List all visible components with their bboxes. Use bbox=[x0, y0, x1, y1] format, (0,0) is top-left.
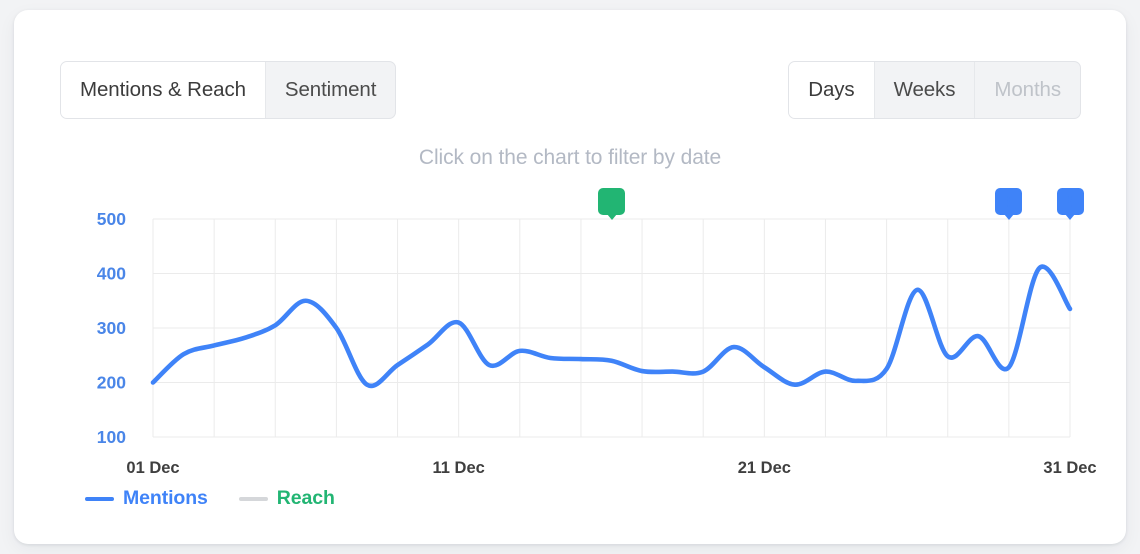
range-weeks-button[interactable]: Weeks bbox=[875, 62, 976, 118]
range-months-button: Months bbox=[975, 62, 1080, 118]
legend-item-reach[interactable]: Reach bbox=[239, 487, 335, 510]
event-marker-2[interactable]: ! bbox=[995, 188, 1022, 215]
svg-text:11 Dec: 11 Dec bbox=[433, 459, 485, 477]
x-axis-tick-labels: 01 Dec 11 Dec 21 Dec 31 Dec bbox=[126, 459, 1096, 477]
legend-swatch-reach bbox=[239, 497, 268, 501]
mentions-line-chart[interactable]: 500 400 300 200 100 01 Dec 11 Dec 21 Dec 31 Dec bbox=[14, 188, 1126, 478]
svg-text:500: 500 bbox=[97, 209, 126, 229]
legend-item-mentions[interactable]: Mentions bbox=[85, 487, 208, 510]
svg-text:01 Dec: 01 Dec bbox=[126, 459, 179, 477]
mentions-series-line bbox=[153, 267, 1070, 386]
y-axis-tick-labels: 500 400 300 200 100 bbox=[97, 209, 126, 447]
range-toggle-group: Days Weeks Months bbox=[788, 61, 1081, 119]
grid-lines bbox=[153, 219, 1070, 437]
exclamation-icon: ! bbox=[609, 193, 615, 210]
chart-legend: Mentions Reach bbox=[85, 487, 335, 510]
svg-text:21 Dec: 21 Dec bbox=[738, 459, 791, 477]
legend-swatch-mentions bbox=[85, 497, 114, 501]
range-days-button[interactable]: Days bbox=[789, 62, 874, 118]
svg-text:100: 100 bbox=[97, 427, 126, 447]
svg-text:300: 300 bbox=[97, 318, 126, 338]
tab-sentiment[interactable]: Sentiment bbox=[266, 62, 395, 118]
svg-text:200: 200 bbox=[97, 373, 126, 393]
exclamation-icon: ! bbox=[1006, 193, 1012, 210]
chart-hint-text: Click on the chart to filter by date bbox=[14, 146, 1126, 170]
legend-label-mentions: Mentions bbox=[123, 487, 208, 510]
event-marker-3[interactable]: ! bbox=[1057, 188, 1084, 215]
exclamation-icon: ! bbox=[1067, 193, 1073, 210]
svg-text:31 Dec: 31 Dec bbox=[1043, 459, 1096, 477]
view-toggle-group: Mentions & Reach Sentiment bbox=[60, 61, 396, 119]
legend-label-reach: Reach bbox=[277, 487, 335, 510]
chart-plot-area[interactable]: 500 400 300 200 100 01 Dec 11 Dec 21 Dec 31 Dec… bbox=[14, 188, 1126, 478]
tab-mentions-and-reach[interactable]: Mentions & Reach bbox=[61, 62, 266, 118]
svg-text:400: 400 bbox=[97, 264, 126, 284]
chart-card: Mentions & Reach Sentiment Days Weeks Mo… bbox=[14, 10, 1126, 544]
event-marker-1[interactable]: ! bbox=[598, 188, 625, 215]
